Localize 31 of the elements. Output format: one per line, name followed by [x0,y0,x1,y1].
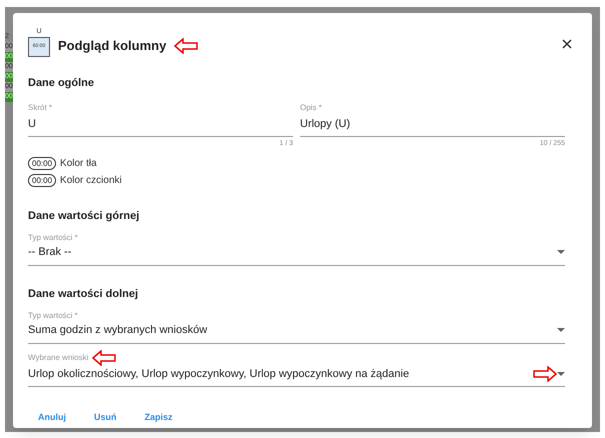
field-value: U [28,116,37,132]
arrow-annotation-icon [533,366,557,382]
section-heading: Dane ogólne [28,76,96,91]
select-field[interactable]: Typ wartości * Suma godzin z wybranych wniosków [28,310,565,344]
field-value: Urlopy (U) [300,116,352,132]
text-field[interactable]: Skrót * U [28,102,293,137]
select-field[interactable]: Typ wartości * -- Brak -- [28,232,565,266]
field-label: Skrót * [28,102,54,114]
section-heading: Dane wartości górnej [28,208,140,224]
color-chip[interactable]: 00:00 [28,156,56,170]
field-label: Wybrane wnioski [28,352,88,364]
field-label: Typ wartości * [28,232,78,244]
select-value: Suma godzin z wybranych wniosków [28,323,208,338]
dialog-title: Podgląd kolumny [58,37,166,56]
caret-icon [557,372,565,376]
color-label: Kolor czcionki [60,174,122,188]
text-field[interactable]: Opis * Urlopy (U) [300,102,565,137]
section-heading: Dane wartości dolnej [28,286,140,302]
field-label: Opis * [300,102,323,114]
select-value: -- Brak -- [28,245,72,260]
close-button[interactable] [562,39,572,49]
color-chip[interactable]: 00:00 [28,174,56,186]
select-field[interactable]: Wybrane wnioski Urlop okolicznościowy, Urlop wypoczynkowy, Urlop wypoczynkowy na żądanie [28,350,565,387]
arrow-annotation-icon [92,350,116,366]
caret-icon [557,250,565,254]
caret-icon [557,328,565,332]
select-value: Urlop okolicznościowy, Urlop wypoczynkowy, Urlop wypoczynkowy na żądanie [28,366,410,382]
close-icon [562,39,572,49]
color-label: Kolor tła [60,156,97,170]
arrow-annotation-icon [174,38,198,54]
field-label: Typ wartości * [28,310,78,322]
